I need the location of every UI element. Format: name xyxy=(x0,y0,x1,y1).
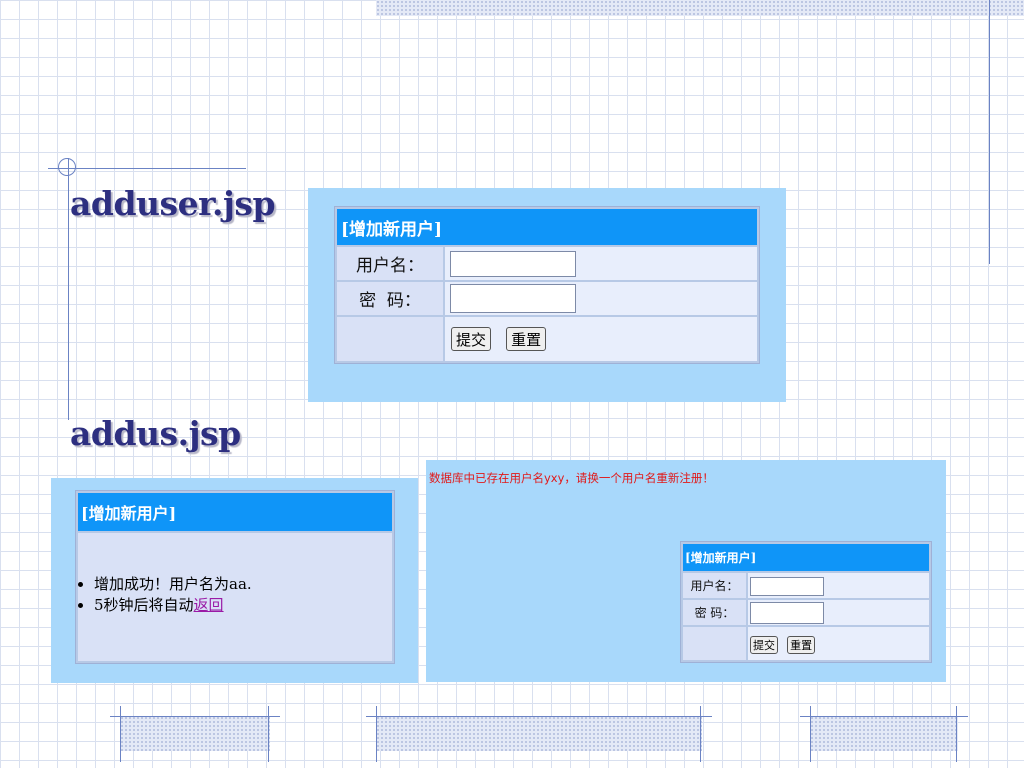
error-submit-button[interactable]: 提交 xyxy=(750,635,778,654)
title-addus-jsp: addus.jsp xyxy=(70,414,241,453)
password-cell xyxy=(445,282,757,315)
back-link[interactable]: 返回 xyxy=(194,596,224,614)
bottom-decor-hline-2 xyxy=(366,716,712,717)
title-decor-vline xyxy=(68,158,69,420)
bottom-decor-vline-3 xyxy=(376,706,377,762)
success-message: 增加成功！用户名为aa. xyxy=(94,575,252,593)
error-username-label: 用户名： xyxy=(683,573,746,598)
bottom-decor-vline-6 xyxy=(956,706,957,762)
error-username-input[interactable] xyxy=(750,576,824,596)
bottom-decor-vline-5 xyxy=(810,706,811,762)
success-box: [增加新用户] 增加成功！用户名为aa. 5秒钟后将自动返回 xyxy=(75,490,395,664)
title-decor-hline xyxy=(48,168,246,169)
error-form-header: [增加新用户] xyxy=(683,544,929,571)
success-body: 增加成功！用户名为aa. 5秒钟后将自动返回 xyxy=(78,533,392,661)
right-decor-line xyxy=(989,0,990,264)
title-decor-circle xyxy=(58,158,76,176)
bottom-decor-vline-2 xyxy=(268,706,269,762)
adduser-form: [增加新用户] 用户名： 密 码： 提交 重置 xyxy=(334,206,760,364)
error-screenshot: 数据库中已存在用户名yxy，请换一个用户名重新注册！ [增加新用户] 用户名： … xyxy=(426,460,946,682)
username-input[interactable] xyxy=(450,250,576,277)
success-screenshot: [增加新用户] 增加成功！用户名为aa. 5秒钟后将自动返回 xyxy=(51,478,418,683)
bottom-decor-band-2 xyxy=(376,716,702,751)
success-list: 增加成功！用户名为aa. 5秒钟后将自动返回 xyxy=(78,573,392,615)
title-adduser-jsp: adduser.jsp xyxy=(70,184,276,223)
success-header: [增加新用户] xyxy=(78,493,392,531)
bottom-decor-vline-1 xyxy=(120,706,121,762)
top-decor-band xyxy=(376,0,1024,16)
bottom-decor-hline-3 xyxy=(800,716,968,717)
username-label: 用户名： xyxy=(337,247,443,280)
error-message: 数据库中已存在用户名yxy，请换一个用户名重新注册！ xyxy=(429,471,714,485)
form-header: [增加新用户] xyxy=(337,209,757,245)
bottom-decor-band-3 xyxy=(810,716,958,751)
error-reset-button[interactable]: 重置 xyxy=(787,635,816,654)
error-actions-spacer xyxy=(683,627,746,660)
bottom-decor-band-1 xyxy=(120,716,270,751)
username-cell xyxy=(445,247,757,280)
submit-button[interactable]: 提交 xyxy=(451,327,492,351)
redirect-message: 5秒钟后将自动 xyxy=(94,596,194,614)
redirect-message-item: 5秒钟后将自动返回 xyxy=(94,594,392,615)
actions-cell: 提交 重置 xyxy=(445,317,757,361)
reset-button[interactable]: 重置 xyxy=(506,327,547,351)
error-password-cell xyxy=(748,600,929,625)
bottom-decor-hline-1 xyxy=(110,716,280,717)
actions-spacer xyxy=(337,317,443,361)
password-input[interactable] xyxy=(450,284,576,313)
error-username-cell xyxy=(748,573,929,598)
error-form: [增加新用户] 用户名： 密 码： 提交 重置 xyxy=(680,541,932,663)
error-password-label: 密 码： xyxy=(683,600,746,625)
bottom-decor-vline-4 xyxy=(700,706,701,762)
success-message-item: 增加成功！用户名为aa. xyxy=(94,573,392,594)
password-label: 密 码： xyxy=(337,282,443,315)
error-password-input[interactable] xyxy=(750,601,824,624)
error-actions-cell: 提交 重置 xyxy=(748,627,929,660)
adduser-screenshot: [增加新用户] 用户名： 密 码： 提交 重置 xyxy=(308,188,786,402)
